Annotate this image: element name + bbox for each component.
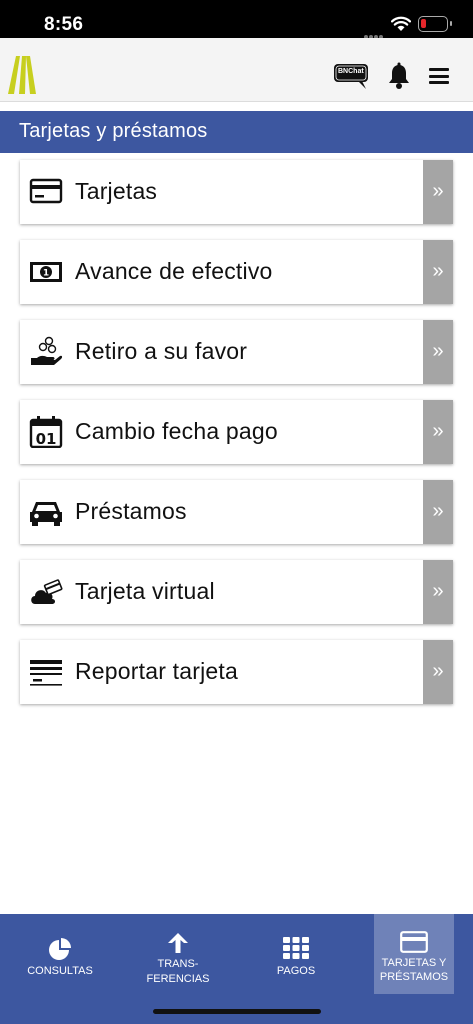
nav-label: CONSULTAS (27, 965, 93, 977)
battery-icon (418, 16, 452, 32)
bank-logo-icon (8, 56, 36, 94)
section-header: Tarjetas y préstamos (0, 111, 473, 153)
nav-consultas[interactable]: CONSULTAS (20, 914, 100, 994)
card-report-icon (30, 660, 62, 686)
pie-chart-icon (49, 938, 71, 960)
status-bar: 8:56 (0, 0, 473, 39)
chevron-right-icon: » (423, 320, 453, 384)
home-indicator (153, 1009, 321, 1014)
menu-item-label: Reportar tarjeta (75, 658, 238, 684)
nav-label: FERENCIAS (146, 973, 210, 985)
nav-transferencias[interactable]: TRANS- FERENCIAS (138, 914, 218, 994)
calendar-icon: 01 (29, 416, 63, 448)
cloud-card-icon (31, 579, 63, 604)
chevron-right-icon: » (423, 400, 453, 464)
chevron-right-icon: » (423, 640, 453, 704)
nav-tarjetas-prestamos[interactable]: TARJETAS Y PRÉSTAMOS (374, 914, 454, 994)
bell-icon[interactable] (386, 62, 412, 90)
car-icon (30, 502, 62, 526)
menu-item-label: Retiro a su favor (75, 338, 248, 364)
cash-bill-icon: 1 (30, 262, 62, 282)
chevron-right-icon: » (423, 560, 453, 624)
chat-button[interactable]: BNChat (332, 62, 372, 90)
svg-text:01: 01 (36, 430, 57, 448)
menu-item-label: Cambio fecha pago (75, 418, 278, 444)
app-header: BNChat (0, 38, 473, 102)
credit-card-icon (400, 931, 428, 953)
nav-label: TARJETAS Y (381, 957, 447, 969)
signal-icon (364, 26, 386, 39)
menu-item-label: Avance de efectivo (75, 258, 273, 284)
grid-icon (283, 937, 309, 959)
page-title: Tarjetas y préstamos (19, 120, 208, 142)
hamburger-menu-icon[interactable] (429, 68, 449, 84)
nav-label: PAGOS (276, 965, 316, 977)
nav-label: PRÉSTAMOS (379, 971, 449, 983)
chat-bubble-icon (334, 64, 368, 89)
bottom-nav: CONSULTAS TRANS- FERENCIAS PAGOS TARJETA… (0, 914, 473, 1024)
menu-item-label: Tarjeta virtual (75, 578, 215, 604)
arrow-up-icon (168, 933, 188, 953)
menu-list: Tarjetas » 1 Avance de efectivo » Retiro… (20, 160, 453, 720)
menu-item-reportar-tarjeta[interactable]: Reportar tarjeta » (20, 640, 453, 704)
chat-badge-text: BNChat (338, 68, 364, 75)
status-time: 8:56 (44, 14, 84, 35)
menu-item-avance-efectivo[interactable]: 1 Avance de efectivo » (20, 240, 453, 304)
nav-pagos[interactable]: PAGOS (256, 914, 336, 994)
menu-item-tarjetas[interactable]: Tarjetas » (20, 160, 453, 224)
menu-item-label: Tarjetas (75, 178, 158, 204)
chevron-right-icon: » (423, 160, 453, 224)
wifi-icon (391, 16, 411, 31)
chevron-right-icon: » (423, 240, 453, 304)
credit-card-icon (29, 178, 63, 204)
chevron-right-icon: » (423, 480, 453, 544)
hand-coins-icon (31, 336, 63, 365)
nav-label: TRANS- (157, 958, 199, 970)
menu-item-prestamos[interactable]: Préstamos » (20, 480, 453, 544)
svg-text:1: 1 (43, 269, 49, 279)
menu-item-cambio-fecha-pago[interactable]: 01 Cambio fecha pago » (20, 400, 453, 464)
menu-item-tarjeta-virtual[interactable]: Tarjeta virtual » (20, 560, 453, 624)
menu-item-label: Préstamos (75, 498, 187, 524)
menu-item-retiro-favor[interactable]: Retiro a su favor » (20, 320, 453, 384)
